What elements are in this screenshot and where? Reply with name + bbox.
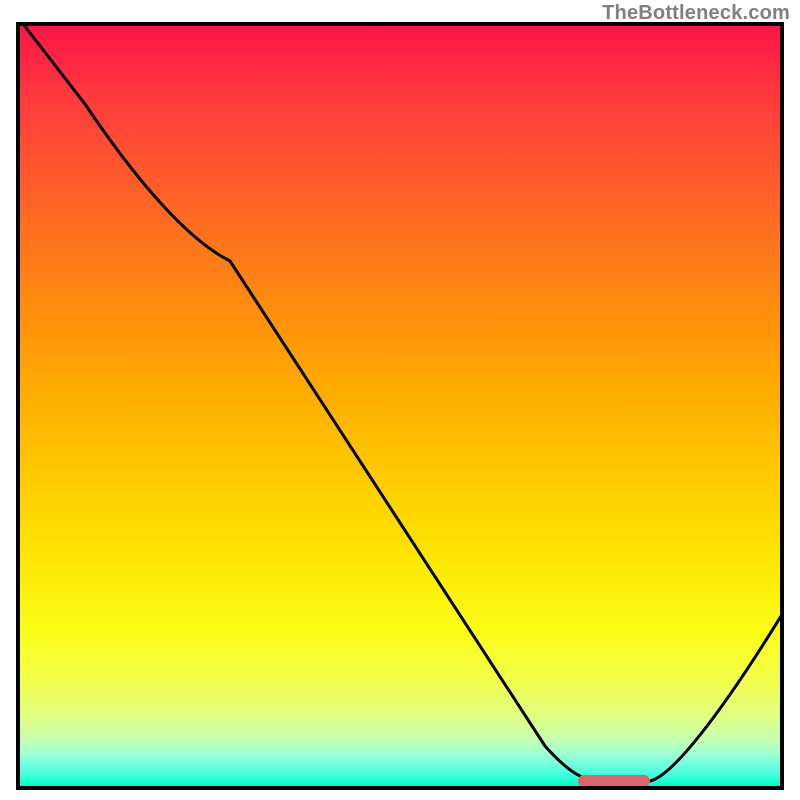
bottleneck-curve [20, 22, 784, 781]
chart-plot [20, 26, 780, 786]
optimal-marker [578, 775, 650, 787]
chart-frame [16, 22, 784, 790]
